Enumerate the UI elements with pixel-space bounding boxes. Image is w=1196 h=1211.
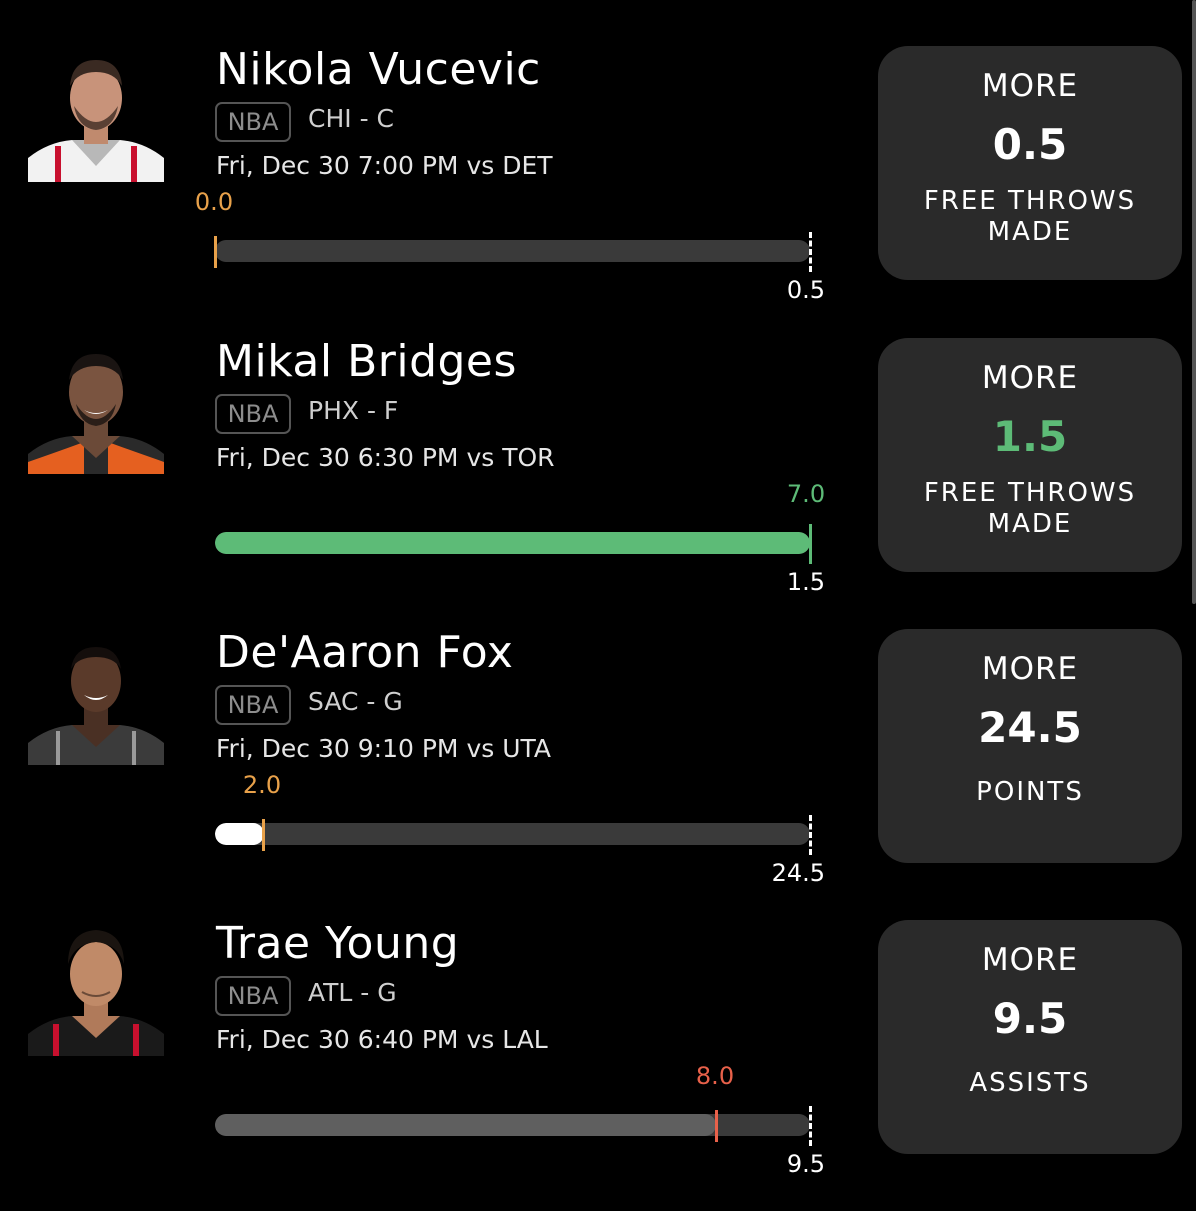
stat-type: FREE THROWS MADE (878, 478, 1182, 540)
current-value-label: 7.0 (786, 480, 826, 508)
pick-choice: MORE (981, 360, 1079, 396)
progress-track (215, 532, 810, 554)
goal-value-label: 9.5 (786, 1150, 825, 1178)
current-value-label: 2.0 (242, 771, 282, 799)
team-position: SAC - G (308, 687, 403, 716)
goal-line (809, 815, 812, 855)
pick-choice: MORE (981, 651, 1079, 687)
team-position: ATL - G (308, 978, 397, 1007)
player-headshot (28, 354, 164, 474)
progress-track (215, 1114, 810, 1136)
player-name: Trae Young (216, 918, 460, 969)
current-marker (715, 1110, 718, 1142)
pick-line: 9.5 (992, 994, 1068, 1043)
stat-type-line1: FREE THROWS (923, 478, 1137, 508)
pick-row[interactable]: Nikola Vucevic NBA CHI - C Fri, Dec 30 7… (0, 44, 1196, 337)
team-position: PHX - F (308, 396, 399, 425)
stat-type-line1: ASSISTS (969, 1068, 1091, 1098)
league-badge: NBA (215, 685, 291, 725)
progress-fill (215, 1114, 716, 1136)
scrollbar[interactable] (1192, 0, 1196, 604)
pick-row[interactable]: Trae Young NBA ATL - G Fri, Dec 30 6:40 … (0, 918, 1196, 1211)
pick-row[interactable]: De'Aaron Fox NBA SAC - G Fri, Dec 30 9:1… (0, 627, 1196, 920)
game-info: Fri, Dec 30 9:10 PM vs UTA (216, 734, 551, 763)
player-name: De'Aaron Fox (216, 627, 514, 678)
stat-type-line2: MADE (987, 217, 1073, 247)
game-info: Fri, Dec 30 7:00 PM vs DET (216, 151, 553, 180)
player-headshot (28, 647, 164, 765)
player-headshot (28, 60, 164, 182)
pick-card[interactable]: MORE 9.5 ASSISTS (878, 920, 1182, 1154)
current-value-label: 0.0 (194, 188, 234, 216)
goal-line (809, 524, 812, 564)
pick-line: 0.5 (992, 120, 1068, 169)
stat-type: FREE THROWS MADE (878, 186, 1182, 248)
goal-value-label: 1.5 (786, 568, 825, 596)
pick-choice: MORE (981, 68, 1079, 104)
player-name: Mikal Bridges (216, 336, 517, 387)
progress-track (215, 240, 810, 262)
player-headshot (28, 930, 164, 1056)
pick-row[interactable]: Mikal Bridges NBA PHX - F Fri, Dec 30 6:… (0, 336, 1196, 629)
game-info: Fri, Dec 30 6:30 PM vs TOR (216, 443, 555, 472)
team-position: CHI - C (308, 104, 394, 133)
goal-line (809, 232, 812, 272)
pick-card[interactable]: MORE 0.5 FREE THROWS MADE (878, 46, 1182, 280)
goal-value-label: 0.5 (786, 276, 825, 304)
pick-card[interactable]: MORE 24.5 POINTS (878, 629, 1182, 863)
current-marker (262, 819, 265, 851)
current-marker (214, 236, 217, 268)
progress-fill (215, 532, 810, 554)
stat-type-line1: POINTS (976, 777, 1084, 807)
game-info: Fri, Dec 30 6:40 PM vs LAL (216, 1025, 548, 1054)
league-badge: NBA (215, 102, 291, 142)
goal-line (809, 1106, 812, 1146)
pick-choice: MORE (981, 942, 1079, 978)
pick-line: 1.5 (992, 412, 1068, 461)
stat-type-line2: MADE (987, 509, 1073, 539)
progress-fill (215, 823, 264, 845)
league-badge: NBA (215, 394, 291, 434)
stat-type-line1: FREE THROWS (923, 186, 1137, 216)
player-name: Nikola Vucevic (216, 44, 541, 95)
stat-type: ASSISTS (878, 1068, 1182, 1099)
goal-value-label: 24.5 (771, 859, 825, 887)
pick-line: 24.5 (978, 703, 1082, 752)
league-badge: NBA (215, 976, 291, 1016)
progress-track (215, 823, 810, 845)
pick-card[interactable]: MORE 1.5 FREE THROWS MADE (878, 338, 1182, 572)
current-value-label: 8.0 (695, 1062, 735, 1090)
stat-type: POINTS (878, 777, 1182, 808)
